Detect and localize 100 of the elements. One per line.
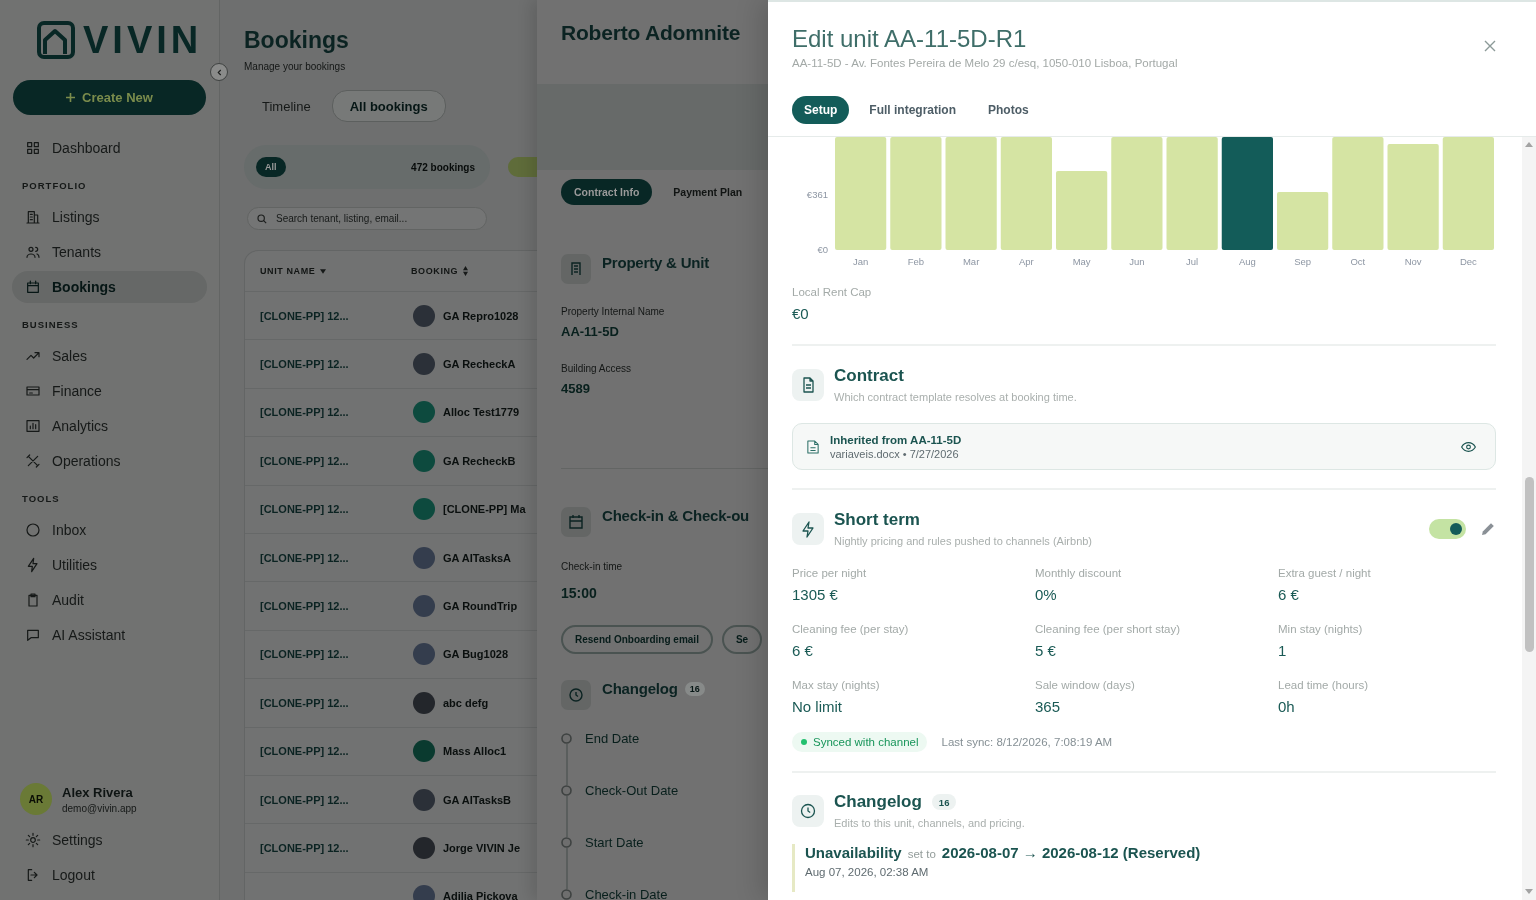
tab[interactable]: Payment Plan xyxy=(660,179,756,205)
pencil-icon[interactable] xyxy=(1480,521,1496,537)
collapse-button[interactable] xyxy=(210,63,228,81)
changed-field: Unavailability xyxy=(805,844,902,861)
caret-down-icon[interactable] xyxy=(1525,889,1533,894)
close-icon[interactable] xyxy=(1484,40,1496,52)
nav-item[interactable]: Utilities xyxy=(12,549,207,581)
month-label: Feb xyxy=(907,255,925,267)
toggle-switch[interactable] xyxy=(1429,519,1466,539)
field-value: AA-11-5D xyxy=(561,323,620,341)
nav-item[interactable]: Bookings xyxy=(12,271,207,303)
nav-item[interactable]: Tenants xyxy=(12,236,207,268)
nav-item[interactable]: Finance xyxy=(12,375,207,407)
unit-name[interactable]: [CLONE-PP] 12... xyxy=(260,648,349,661)
field-value: 5 € xyxy=(1035,641,1057,661)
nav-item[interactable]: Operations xyxy=(12,445,207,477)
field-label: Max stay (nights) xyxy=(792,678,881,693)
create-new-button[interactable]: Create New xyxy=(13,80,206,115)
nav-section-heading: TOOLS xyxy=(21,492,61,506)
guest-name: GA RoundTrip xyxy=(443,600,518,613)
axis-label: €0 xyxy=(817,244,828,256)
building-icon xyxy=(561,254,591,284)
unit-name[interactable]: [CLONE-PP] 12... xyxy=(260,745,349,758)
unit-name[interactable]: [CLONE-PP] 12... xyxy=(260,503,349,516)
chat-icon xyxy=(25,627,41,643)
booking-count: 472 bookings xyxy=(411,161,475,173)
section-title: Contract xyxy=(834,366,905,386)
nav-item[interactable]: AI Assistant xyxy=(12,619,207,651)
guest-name: Alloc Test1779 xyxy=(443,406,520,419)
unit-name[interactable]: [CLONE-PP] 12... xyxy=(260,454,349,467)
sync-status-badge: Synced with channel xyxy=(792,732,928,752)
sidebar-link[interactable]: Logout xyxy=(12,859,207,891)
guest-name: [CLONE-PP] Ma xyxy=(443,503,526,516)
search-field[interactable]: Search tenant, listing, email... xyxy=(247,207,487,230)
caret-up-icon[interactable] xyxy=(1525,142,1533,147)
eye-icon[interactable] xyxy=(1461,441,1476,452)
circle-icon xyxy=(561,785,572,796)
nav-item[interactable]: Dashboard xyxy=(12,132,207,164)
page-subtitle: Manage your bookings xyxy=(244,60,347,74)
tab[interactable]: All bookings xyxy=(331,90,446,122)
timeline-label: End Date xyxy=(585,730,640,748)
nav-item[interactable]: Listings xyxy=(12,201,207,233)
gear-icon xyxy=(25,832,41,848)
calendar-icon xyxy=(25,279,41,295)
month-label: Nov xyxy=(1404,255,1422,267)
clipboard-icon xyxy=(25,592,41,608)
last-sync-text: Last sync: 8/12/2026, 7:08:19 AM xyxy=(941,736,1113,748)
guest-name: Mass Alloc1 xyxy=(443,745,507,758)
changed-value: 2026-08-07 → 2026-08-12 (Reserved) xyxy=(941,844,1201,861)
nav-item[interactable]: Audit xyxy=(12,584,207,616)
booking-title: Roberto Adomnite xyxy=(561,20,742,46)
guest-name: GA AITasksA xyxy=(443,551,512,564)
guest-name: GA AITasksB xyxy=(443,793,512,806)
guest-name: abc defg xyxy=(443,696,489,709)
outline-button[interactable]: Se xyxy=(721,625,763,654)
filter-chip[interactable]: All xyxy=(256,157,286,177)
tab[interactable]: Full integration xyxy=(857,96,968,124)
nav-item[interactable]: Sales xyxy=(12,340,207,372)
field-label: Property Internal Name xyxy=(561,305,666,319)
user-avatar: AR xyxy=(20,783,52,815)
month-label: Jan xyxy=(852,255,869,267)
tab[interactable]: Setup xyxy=(792,96,850,124)
column-header[interactable]: BOOKING xyxy=(411,266,469,276)
unit-name[interactable]: [CLONE-PP] 12... xyxy=(260,842,349,854)
field-value: 365 xyxy=(1035,697,1062,717)
unit-name[interactable]: [CLONE-PP] 12... xyxy=(260,600,349,613)
drawer-subtitle: AA-11-5D - Av. Fontes Pereira de Melo 29 c/esq, 1050-010 Lisboa, Portugal xyxy=(792,56,1178,70)
field-label: Lead time (hours) xyxy=(1278,678,1370,693)
tab[interactable]: Timeline xyxy=(244,90,329,122)
tab[interactable]: Photos xyxy=(976,96,1041,124)
unit-name[interactable]: [CLONE-PP] 12... xyxy=(260,309,349,322)
building-icon xyxy=(25,209,41,225)
count-badge: 16 xyxy=(684,682,705,696)
unit-name[interactable]: [CLONE-PP] 12... xyxy=(260,358,349,371)
unit-name[interactable]: [CLONE-PP] 12... xyxy=(260,793,349,806)
outline-button[interactable]: Resend Onboarding email xyxy=(561,625,713,654)
timeline-label: Start Date xyxy=(585,834,644,852)
scrollbar-thumb[interactable] xyxy=(1524,477,1534,652)
unit-name[interactable]: [CLONE-PP] 12... xyxy=(260,551,349,564)
tab[interactable]: Contract Info xyxy=(561,179,653,205)
filter-card[interactable]: All 472 bookings xyxy=(244,145,490,189)
count-badge: 16 xyxy=(931,794,957,810)
unit-name[interactable]: [CLONE-PP] 12... xyxy=(260,696,349,709)
circle-icon xyxy=(561,837,572,848)
unit-name[interactable]: [CLONE-PP] 12... xyxy=(260,406,349,419)
nav-item[interactable]: Inbox xyxy=(12,514,207,546)
guest-name: GA Repro1028 xyxy=(443,309,519,322)
month-label: Apr xyxy=(1019,255,1034,267)
field-value: 4589 xyxy=(561,380,591,398)
section-subtitle: Which contract template resolves at booking time. xyxy=(834,390,1078,404)
grid-icon xyxy=(25,140,41,156)
field-value: 0% xyxy=(1035,585,1058,605)
column-header[interactable]: UNIT NAME xyxy=(260,266,411,276)
nav-section-heading: BUSINESS xyxy=(21,318,80,332)
clock-icon xyxy=(561,680,591,710)
circle-icon xyxy=(561,733,572,744)
sidebar-link[interactable]: Settings xyxy=(12,824,207,856)
field-value: 1305 € xyxy=(792,585,839,605)
nav-item[interactable]: Analytics xyxy=(12,410,207,442)
field-value: 15:00 xyxy=(561,584,598,602)
